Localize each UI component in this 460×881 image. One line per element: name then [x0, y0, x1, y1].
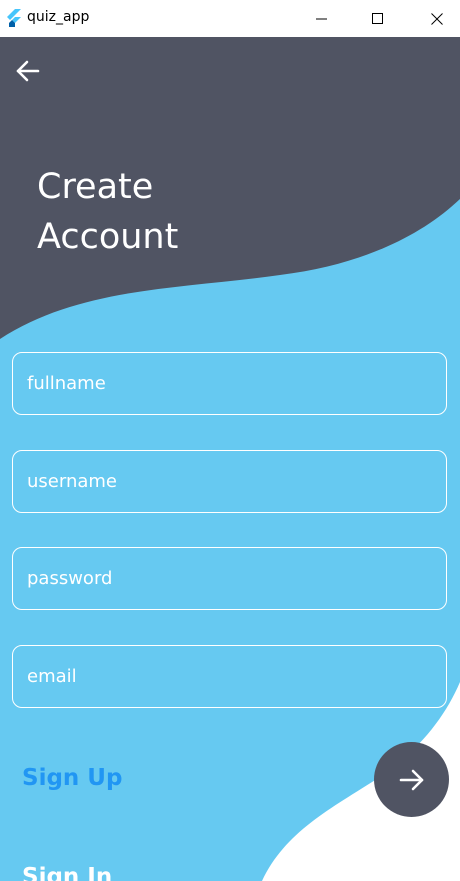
- fullname-field: [12, 352, 447, 415]
- email-input[interactable]: [13, 646, 446, 707]
- app-window: quiz_app Create Account fullname usernam…: [0, 0, 460, 881]
- flutter-icon: [7, 9, 21, 27]
- window-title: quiz_app: [27, 9, 90, 25]
- password-field: [12, 547, 447, 610]
- minimize-icon: [316, 18, 327, 19]
- signup-screen: Create Account Sign Up Sign In: [0, 37, 460, 881]
- signup-label: Sign Up: [22, 765, 123, 791]
- fullname-input[interactable]: [13, 353, 446, 414]
- signin-link[interactable]: Sign In: [22, 864, 112, 881]
- minimize-button[interactable]: [299, 0, 345, 37]
- arrow-right-icon: [399, 769, 423, 790]
- back-button[interactable]: [14, 59, 42, 83]
- arrow-left-icon: [16, 60, 40, 82]
- close-icon: [431, 12, 443, 25]
- submit-button[interactable]: [374, 742, 449, 817]
- page-title-line1: Create: [37, 167, 154, 207]
- username-input[interactable]: [13, 451, 446, 512]
- page-title: Create Account: [37, 162, 178, 262]
- maximize-button[interactable]: [355, 0, 401, 37]
- maximize-icon: [372, 12, 383, 24]
- close-button[interactable]: [414, 0, 460, 37]
- page-title-line2: Account: [37, 217, 179, 257]
- username-field: [12, 450, 447, 513]
- title-bar: quiz_app: [0, 0, 460, 37]
- email-field: [12, 645, 447, 708]
- password-input[interactable]: [13, 548, 446, 609]
